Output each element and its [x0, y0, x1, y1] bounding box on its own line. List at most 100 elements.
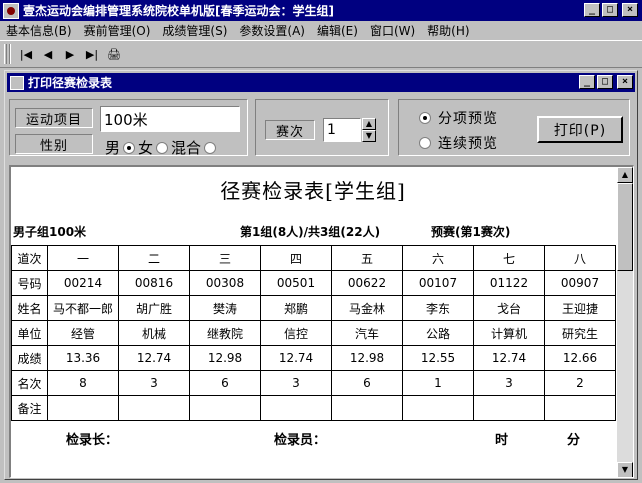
remark-row: 备注 — [11, 395, 616, 421]
table-cell: 四 — [260, 245, 332, 271]
heat-up-button[interactable]: ▲ — [362, 118, 376, 130]
toolbar-grip[interactable] — [4, 44, 7, 64]
menu-help[interactable]: 帮助(H) — [421, 22, 475, 39]
table-cell: 00308 — [189, 270, 261, 296]
round-info-text: 预赛(第1赛次) — [431, 225, 511, 239]
rank-row: 名次 8 3 6 3 6 1 3 2 — [11, 370, 616, 396]
print-button[interactable]: 打印(P) — [537, 116, 623, 143]
vertical-scrollbar[interactable]: ▲ ▼ — [617, 167, 633, 477]
heat-input[interactable]: 1 — [323, 118, 361, 142]
app-icon — [3, 2, 19, 19]
continuous-preview-label: 连续预览 — [438, 136, 498, 152]
single-preview-label: 分项预览 — [438, 111, 498, 127]
menu-settings[interactable]: 参数设置(A) — [233, 22, 311, 39]
event-label: 运动项目 — [15, 108, 93, 128]
gender-male-radio[interactable] — [123, 141, 136, 154]
table-cell: 计算机 — [473, 320, 545, 346]
gender-female-radio[interactable] — [156, 141, 169, 154]
scroll-up-icon[interactable]: ▲ — [617, 167, 633, 183]
row-header: 单位 — [11, 320, 48, 346]
gender-label: 性别 — [15, 134, 93, 154]
print-entry-window: 打印径赛检录表 _ □ × 运动项目 100米 性别 男 女 混合 赛次 1 ▲… — [4, 70, 638, 480]
menu-edit[interactable]: 编辑(E) — [311, 22, 364, 39]
name-row: 姓名 马不都一郎 胡广胜 樊涛 郑鹏 马金林 李东 戈台 王迎捷 — [11, 295, 616, 321]
table-cell: 8 — [47, 370, 119, 396]
print-icon[interactable]: 🖨 — [103, 43, 125, 65]
table-cell: 00501 — [260, 270, 332, 296]
group-event-text: 男子组100米 — [13, 225, 87, 239]
child-close-button[interactable]: × — [617, 75, 633, 89]
table-cell: 五 — [331, 245, 403, 271]
row-header: 名次 — [11, 370, 48, 396]
toolbar: |◀ ◀ ▶ ▶| 🖨 — [0, 40, 642, 68]
table-cell: 经管 — [47, 320, 119, 346]
minute-label: 分 — [567, 433, 581, 448]
row-header: 成绩 — [11, 345, 48, 371]
hour-label: 时 — [495, 433, 509, 448]
app-close-button[interactable]: × — [622, 3, 638, 17]
table-cell: 3 — [118, 370, 190, 396]
table-cell: 00107 — [402, 270, 474, 296]
scroll-down-icon[interactable]: ▼ — [617, 462, 633, 477]
table-cell: 12.74 — [473, 345, 545, 371]
table-cell — [473, 395, 545, 421]
child-maximize-button[interactable]: □ — [597, 75, 613, 89]
table-cell — [47, 395, 119, 421]
checker-label: 检录员： — [274, 433, 327, 448]
result-row: 成绩 13.36 12.74 12.98 12.74 12.98 12.55 12.74 12.… — [11, 345, 616, 371]
table-cell: 二 — [118, 245, 190, 271]
next-record-icon[interactable]: ▶ — [59, 43, 81, 65]
table-cell: 信控 — [260, 320, 332, 346]
gender-mixed-radio[interactable] — [204, 141, 217, 154]
table-cell: 马金林 — [331, 295, 403, 321]
table-cell: 八 — [544, 245, 616, 271]
table-cell: 汽车 — [331, 320, 403, 346]
table-cell: 00214 — [47, 270, 119, 296]
menu-results[interactable]: 成绩管理(S) — [156, 22, 233, 39]
table-cell: 王迎捷 — [544, 295, 616, 321]
report-title: 径赛检录表[学生组] — [220, 179, 406, 203]
table-cell: 七 — [473, 245, 545, 271]
toolbar-separator — [9, 44, 11, 64]
table-cell — [402, 395, 474, 421]
document-icon — [10, 75, 24, 90]
row-header: 姓名 — [11, 295, 48, 321]
single-preview-radio[interactable] — [419, 112, 431, 124]
menu-window[interactable]: 窗口(W) — [364, 22, 421, 39]
table-cell — [260, 395, 332, 421]
menu-pre-event[interactable]: 赛前管理(O) — [78, 22, 157, 39]
table-cell: 00622 — [331, 270, 403, 296]
table-cell: 马不都一郎 — [47, 295, 119, 321]
table-cell: 研究生 — [544, 320, 616, 346]
child-minimize-button[interactable]: _ — [579, 75, 595, 89]
first-record-icon[interactable]: |◀ — [15, 43, 37, 65]
table-cell: 胡广胜 — [118, 295, 190, 321]
event-group: 运动项目 100米 性别 男 女 混合 — [9, 99, 248, 157]
previous-record-icon[interactable]: ◀ — [37, 43, 59, 65]
table-cell: 李东 — [402, 295, 474, 321]
continuous-preview-radio[interactable] — [419, 137, 431, 149]
menu-basic-info[interactable]: 基本信息(B) — [0, 22, 78, 39]
table-cell: 01122 — [473, 270, 545, 296]
preview-group: 分项预览 连续预览 打印(P) — [398, 99, 630, 156]
row-header: 道次 — [11, 245, 48, 271]
last-record-icon[interactable]: ▶| — [81, 43, 103, 65]
table-cell — [118, 395, 190, 421]
table-cell — [544, 395, 616, 421]
row-header: 备注 — [11, 395, 48, 421]
event-input[interactable]: 100米 — [100, 106, 240, 132]
table-cell: 2 — [544, 370, 616, 396]
table-cell: 公路 — [402, 320, 474, 346]
app-minimize-button[interactable]: _ — [584, 3, 600, 17]
heat-info-text: 第1组(8人)/共3组(22人) — [240, 225, 381, 239]
table-cell: 6 — [331, 370, 403, 396]
table-cell: 00816 — [118, 270, 190, 296]
app-maximize-button[interactable]: □ — [602, 3, 618, 17]
gender-female-label: 女 — [138, 139, 154, 157]
table-cell: 12.55 — [402, 345, 474, 371]
scroll-thumb[interactable] — [617, 183, 633, 271]
table-cell: 六 — [402, 245, 474, 271]
table-cell: 1 — [402, 370, 474, 396]
table-cell: 00907 — [544, 270, 616, 296]
heat-down-button[interactable]: ▼ — [362, 130, 376, 142]
